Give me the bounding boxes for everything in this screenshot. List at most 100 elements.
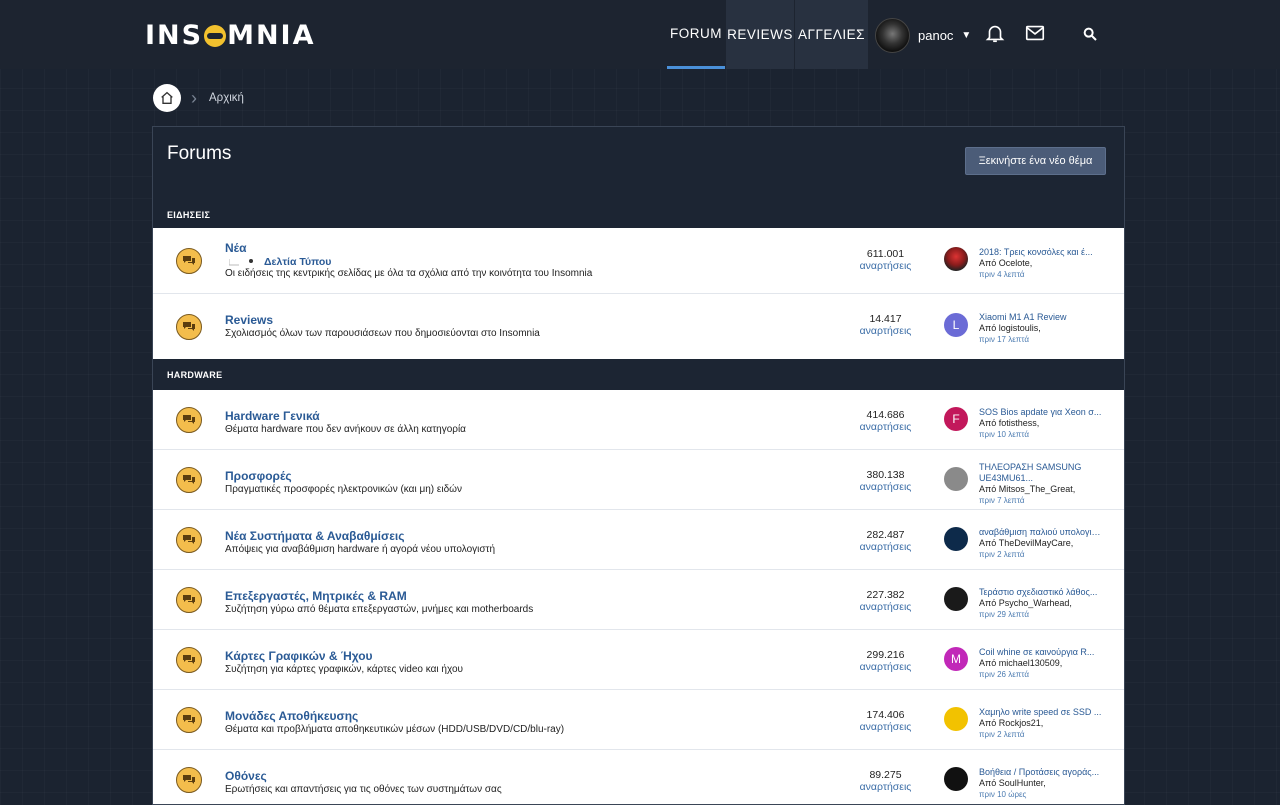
subforum-link[interactable]: Δελτία Τύπου [264,256,331,268]
avatar[interactable] [944,707,968,731]
last-post-author[interactable]: Από logistoulis, [979,323,1104,334]
nav-reviews[interactable]: REVIEWS [726,0,794,69]
bell-icon[interactable] [984,22,1006,44]
post-count-label: αναρτήσεις [859,721,912,733]
forum-stats: 414.686 αναρτήσεις [843,409,928,433]
last-post-author[interactable]: Από fotisthess, [979,418,1104,429]
category-header[interactable]: ΕΙΔΗΣΕΙΣ [153,201,1124,228]
chat-bubbles-icon [176,247,202,274]
forum-row: Hardware Γενικά Θέματα hardware που δεν α… [153,390,1124,450]
breadcrumb-home-link[interactable]: Αρχική [209,92,244,104]
post-count-label: αναρτήσεις [859,325,912,337]
search-icon[interactable] [1082,26,1098,42]
last-post-title-link[interactable]: SOS Bios apdate για Xeon σ... [979,407,1104,418]
last-post-author[interactable]: Από Rockjos21, [979,718,1104,729]
avatar[interactable]: L [944,313,968,337]
forum-description: Ερωτήσεις και απαντήσεις για τις οθόνες … [225,784,502,795]
post-count: 174.406 [866,709,905,721]
last-post-author[interactable]: Από Psycho_Warhead, [979,598,1104,609]
nav-ads[interactable]: ΑΓΓΕΛΙΕΣ [795,0,868,69]
avatar[interactable] [944,467,968,491]
forum-title-link[interactable]: Κάρτες Γραφικών & Ήχου [225,649,373,663]
avatar[interactable] [944,247,968,271]
post-count: 380.138 [866,469,905,481]
avatar[interactable]: M [944,647,968,671]
forum-stats: 282.487 αναρτήσεις [843,529,928,553]
avatar[interactable]: F [944,407,968,431]
forum-description: Απόψεις για αναβάθμιση hardware ή αγορά … [225,544,496,555]
last-post-time[interactable]: πριν 7 λεπτά [979,495,1104,506]
forum-row: Οθόνες Ερωτήσεις και απαντήσεις για τις ο… [153,750,1124,804]
last-post-title-link[interactable]: Τεράστιο σχεδιαστικό λάθος... [979,587,1104,598]
post-count-label: αναρτήσεις [859,601,912,613]
breadcrumb: › Αρχική [153,84,244,112]
last-post-time[interactable]: πριν 29 λεπτά [979,609,1104,620]
last-post-title-link[interactable]: Χαμηλο write speed σε SSD ... [979,707,1104,718]
last-post-time[interactable]: πριν 10 ώρες [979,789,1104,800]
last-post-title-link[interactable]: Xiaomi M1 A1 Review [979,312,1104,323]
last-post-time[interactable]: πριν 2 λεπτά [979,729,1104,740]
post-count: 299.216 [866,649,905,661]
avatar-letter: F [952,412,960,426]
forum-description: Συζήτηση για κάρτες γραφικών, κάρτες vid… [225,664,464,675]
last-post-time[interactable]: πριν 17 λεπτά [979,334,1104,345]
new-thread-button[interactable]: Ξεκινήστε ένα νέο θέμα [965,147,1106,175]
site-logo[interactable]: INS MNIA [145,20,316,51]
last-post-time[interactable]: πριν 2 λεπτά [979,549,1104,560]
last-post-title-link[interactable]: 2018: Τρεις κονσόλες και έ... [979,247,1104,258]
forum-title-link[interactable]: Επεξεργαστές, Μητρικές & RAM [225,589,407,603]
post-count: 89.275 [869,769,902,781]
last-post-title-link[interactable]: Coil whine σε καινούργια R... [979,647,1104,658]
post-count-label: αναρτήσεις [859,661,912,673]
forum-title-link[interactable]: Μονάδες Αποθήκευσης [225,709,358,723]
post-count-label: αναρτήσεις [859,481,912,493]
last-post-title-link[interactable]: ΤΗΛΕΟΡΑΣΗ SAMSUNG UE43MU61... [979,462,1104,484]
last-post-author[interactable]: Από Ocelote, [979,258,1104,269]
forum-row: Επεξεργαστές, Μητρικές & RAM Συζήτηση γύρ… [153,570,1124,630]
avatar[interactable] [944,767,968,791]
chat-bubbles-icon [176,766,202,793]
post-count: 414.686 [866,409,905,421]
last-post-time[interactable]: πριν 10 λεπτά [979,429,1104,440]
home-button[interactable] [153,84,181,112]
forum-stats: 611.001 αναρτήσεις [843,248,928,272]
last-post-author[interactable]: Από Mitsos_The_Great, [979,484,1104,495]
forum-description: Θέματα και προβλήματα αποθηκευτικών μέσω… [225,724,565,735]
chat-bubbles-icon [176,706,202,733]
chat-bubbles-icon [176,466,202,493]
chat-bubbles-icon [176,646,202,673]
last-post-time[interactable]: πριν 26 λεπτά [979,669,1104,680]
forum-title-link[interactable]: Hardware Γενικά [225,409,320,423]
chevron-right-icon: › [191,87,197,108]
forum-stats: 380.138 αναρτήσεις [843,469,928,493]
post-count-label: αναρτήσεις [859,781,912,793]
last-post-time[interactable]: πριν 4 λεπτά [979,269,1104,280]
forum-title-link[interactable]: Νέα [225,241,246,255]
forum-description: Θέματα hardware που δεν ανήκουν σε άλλη … [225,424,466,435]
category-header[interactable]: HARDWARE [153,359,1124,390]
forum-stats: 14.417 αναρτήσεις [843,313,928,337]
forum-description: Οι ειδήσεις της κεντρικής σελίδας με όλα… [225,268,593,279]
forum-title-link[interactable]: Οθόνες [225,769,267,783]
avatar[interactable] [944,587,968,611]
last-post-author[interactable]: Από TheDevilMayCare, [979,538,1104,549]
last-post-author[interactable]: Από SoulHunter, [979,778,1104,789]
forum-stats: 89.275 αναρτήσεις [843,769,928,793]
post-count-label: αναρτήσεις [859,541,912,553]
mail-icon[interactable] [1024,22,1046,44]
user-menu[interactable]: panoc ▼ [875,18,971,53]
post-count-label: αναρτήσεις [859,260,912,272]
top-bar: INS MNIA FORUM REVIEWS ΑΓΓΕΛΙΕΣ panoc ▼ [0,0,1280,69]
last-post-title-link[interactable]: Βοήθεια / Προτάσεις αγοράς... [979,767,1104,778]
forum-title-link[interactable]: Reviews [225,313,273,327]
forum-description: Συζήτηση γύρω από θέματα επεξεργαστών, μ… [225,604,534,615]
last-post-author[interactable]: Από michael130509, [979,658,1104,669]
nav-forum[interactable]: FORUM [667,0,725,69]
forum-row: Νέα Δελτία Τύπου Οι ειδήσεις της κεντρικ… [153,228,1124,294]
forum-row: Προσφορές Πραγματικές προσφορές ηλεκτρονι… [153,450,1124,510]
forum-title-link[interactable]: Νέα Συστήματα & Αναβαθμίσεις [225,529,405,543]
last-post-title-link[interactable]: αναβάθμιση παλιού υπολογισ... [979,527,1104,538]
forum-title-link[interactable]: Προσφορές [225,469,292,483]
avatar[interactable] [944,527,968,551]
chat-bubbles-icon [176,313,202,340]
